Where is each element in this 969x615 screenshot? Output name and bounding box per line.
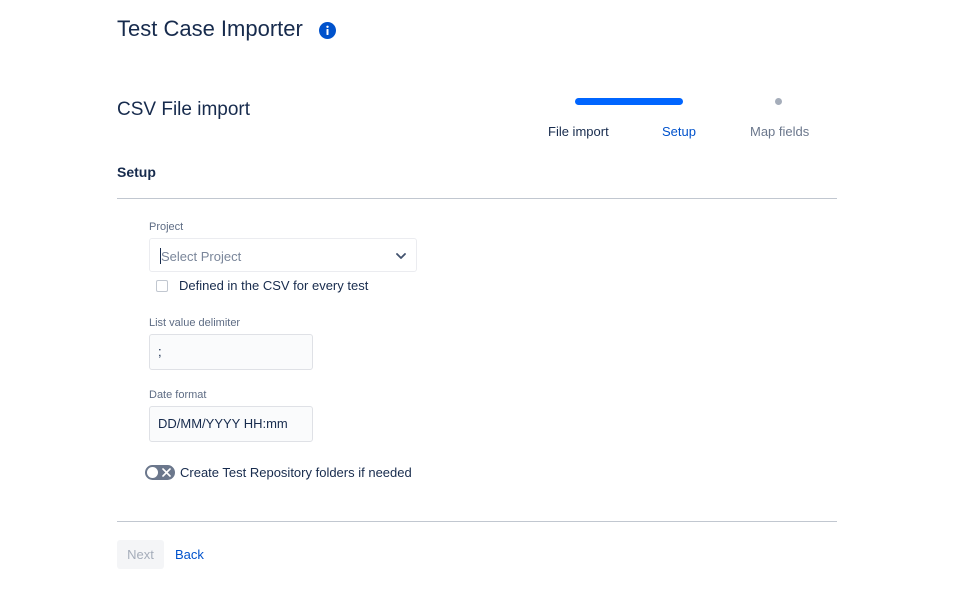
create-folders-label[interactable]: Create Test Repository folders if needed: [180, 465, 412, 480]
progress-stepper: File import Setup Map fields: [540, 95, 830, 145]
create-folders-toggle-row[interactable]: Create Test Repository folders if needed: [145, 465, 412, 480]
top-divider: [117, 198, 837, 199]
csv-project-checkbox[interactable]: [156, 279, 168, 292]
section-title: CSV File import: [117, 99, 251, 120]
close-icon: [162, 468, 171, 477]
project-label: Project: [149, 221, 184, 233]
toggle-knob: [147, 467, 158, 478]
create-folders-toggle[interactable]: [145, 465, 175, 480]
stepper-progress-bar: [575, 98, 683, 105]
page-title: Test Case Importer: [117, 16, 336, 42]
stepper-upcoming-dot: [775, 98, 782, 105]
date-format-input[interactable]: DD/MM/YYYY HH:mm: [149, 406, 313, 442]
date-format-label: Date format: [149, 389, 207, 401]
back-button[interactable]: Back: [175, 540, 204, 569]
step-file-import: File import: [548, 124, 609, 139]
setup-heading: Setup: [117, 164, 156, 180]
chevron-down-icon[interactable]: [394, 249, 408, 263]
info-icon[interactable]: [318, 21, 336, 39]
bottom-divider: [117, 521, 837, 522]
step-map-fields: Map fields: [750, 124, 810, 139]
list-delimiter-input[interactable]: ;: [149, 334, 313, 370]
list-delimiter-label: List value delimiter: [149, 317, 241, 329]
csv-project-checkbox-row[interactable]: Defined in the CSV for every test: [156, 278, 368, 293]
project-select-placeholder: Select Project: [161, 249, 242, 264]
page-title-text: Test Case Importer: [117, 16, 303, 41]
project-select[interactable]: Select Project: [149, 238, 417, 272]
step-setup: Setup: [662, 124, 696, 139]
next-button[interactable]: Next: [117, 540, 164, 569]
csv-project-checkbox-label[interactable]: Defined in the CSV for every test: [179, 278, 368, 293]
